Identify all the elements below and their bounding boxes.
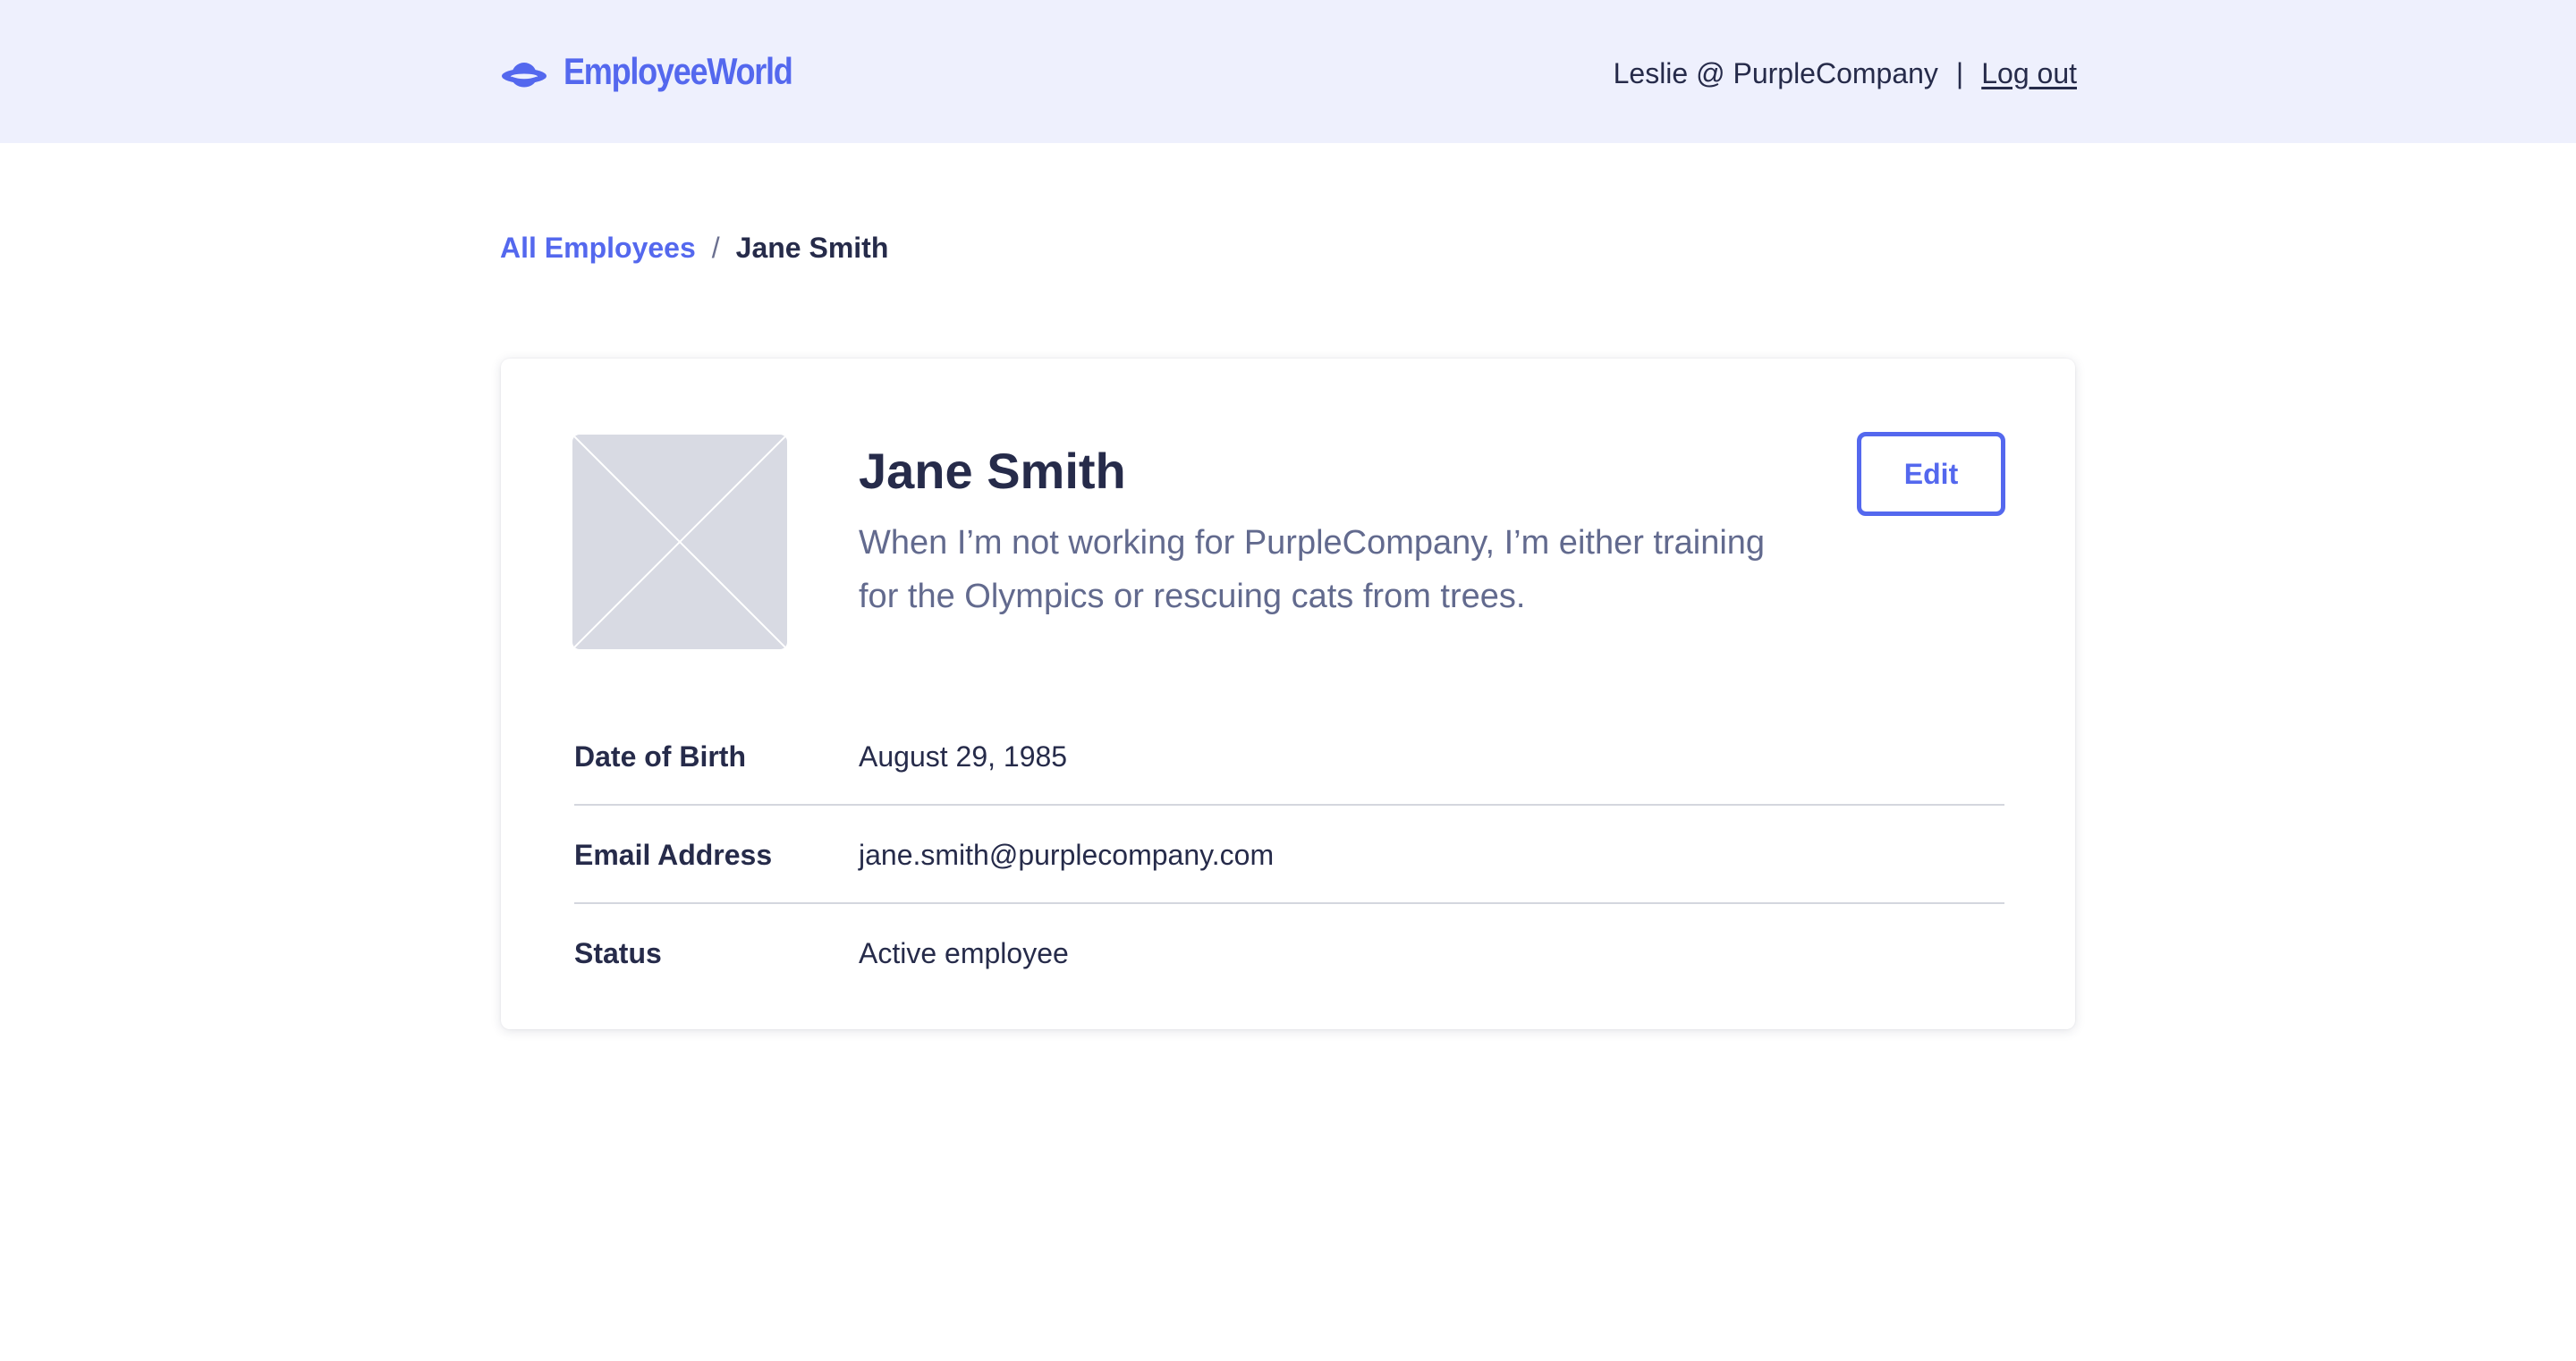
- breadcrumb: All Employees / Jane Smith: [500, 228, 888, 267]
- app-name: EmployeeWorld: [564, 50, 793, 92]
- employee-details: Date of Birth August 29, 1985 Email Addr…: [574, 707, 2004, 1002]
- planet-icon: [502, 63, 547, 88]
- detail-label: Date of Birth: [574, 740, 746, 773]
- detail-label: Email Address: [574, 839, 773, 871]
- current-user-label: Leslie @ PurpleCompany: [1613, 56, 1938, 89]
- detail-label: Status: [574, 937, 662, 969]
- edit-button[interactable]: Edit: [1857, 432, 2005, 516]
- detail-row-date-of-birth: Date of Birth August 29, 1985: [574, 707, 2004, 806]
- breadcrumb-all-employees-link[interactable]: All Employees: [500, 232, 696, 265]
- employee-name: Jane Smith: [859, 443, 1126, 499]
- detail-value: Active employee: [859, 937, 1069, 969]
- logout-link[interactable]: Log out: [1981, 57, 2077, 90]
- detail-value: August 29, 1985: [859, 740, 1068, 773]
- detail-row-status: Status Active employee: [574, 904, 2004, 1002]
- employee-photo: [572, 435, 787, 649]
- image-placeholder-icon: [572, 435, 787, 649]
- user-menu: Leslie @ PurpleCompany | Log out: [1614, 54, 2077, 93]
- breadcrumb-separator: /: [711, 231, 720, 264]
- detail-row-email-address: Email Address jane.smith@purplecompany.c…: [574, 806, 2004, 904]
- employee-bio: When I’m not working for PurpleCompany, …: [859, 524, 1766, 615]
- top-header: EmployeeWorld Leslie @ PurpleCompany | L…: [0, 0, 2576, 143]
- employee-profile-card: Jane Smith When I’m not working for Purp…: [501, 359, 2075, 1029]
- breadcrumb-current: Jane Smith: [735, 231, 889, 264]
- detail-value: jane.smith@purplecompany.com: [859, 839, 1275, 871]
- app-logo[interactable]: EmployeeWorld: [500, 46, 829, 97]
- user-menu-separator: |: [1955, 56, 1964, 89]
